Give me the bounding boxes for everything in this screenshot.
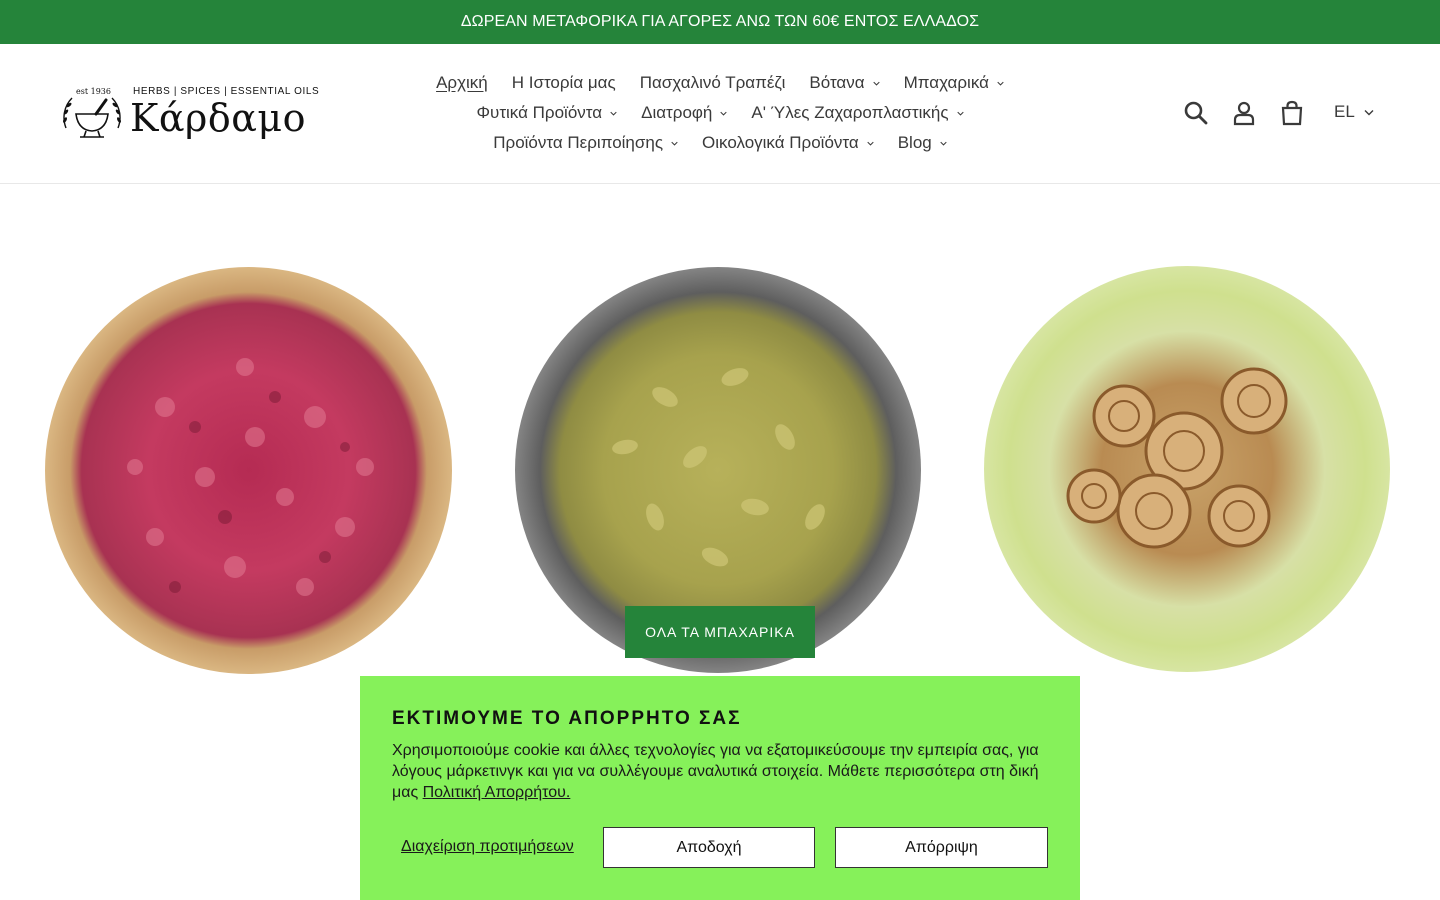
chevron-down-icon — [940, 141, 947, 146]
account-icon[interactable] — [1231, 100, 1257, 126]
site-header: est 1936 HERBS | SPICES | ESSENTIAL OILS… — [0, 44, 1440, 184]
nav-home[interactable]: Αρχική — [436, 73, 488, 93]
nav-care-products[interactable]: Προϊόντα Περιποίησης — [493, 133, 678, 153]
nav-row-2: Φυτικά Προϊόντα Διατροφή Α' Ύλες Ζαχαροπ… — [400, 98, 1040, 128]
manage-preferences-link[interactable]: Διαχείριση προτιμήσεων — [401, 838, 574, 856]
chevron-down-icon — [671, 141, 678, 146]
reject-label: Απόρριψη — [905, 838, 978, 856]
cookie-title: ΕΚΤΙΜΟΥΜΕ ΤΟ ΑΠΟΡΡΗΤΟ ΣΑΣ — [392, 708, 742, 729]
nav-herbs[interactable]: Βότανα — [809, 73, 880, 93]
language-value: EL — [1334, 102, 1355, 121]
logo-name: Κάρδαμο — [130, 96, 307, 140]
rose-buds-texture — [127, 358, 374, 596]
rose-buds-image[interactable] — [45, 267, 452, 674]
nav-row-1: Αρχική Η Ιστορία μας Πασχαλινό Τραπέζι Β… — [400, 68, 1040, 98]
mortar-logo-icon: est 1936 — [63, 87, 121, 138]
announcement-bar: ΔΩΡΕΑΝ ΜΕΤΑΦΟΡΙΚΑ ΓΙΑ ΑΓΟΡΕΣ ΑΝΩ ΤΩΝ 60€… — [0, 0, 1440, 44]
language-selector[interactable]: EL — [1334, 102, 1374, 122]
logo-est-text: est 1936 — [76, 87, 111, 96]
cart-icon[interactable] — [1279, 100, 1305, 126]
announcement-text: ΔΩΡΕΑΝ ΜΕΤΑΦΟΡΙΚΑ ΓΙΑ ΑΓΟΡΕΣ ΑΝΩ ΤΩΝ 60€… — [460, 13, 980, 30]
nav-nutrition[interactable]: Διατροφή — [641, 103, 728, 123]
chevron-down-icon — [872, 81, 880, 86]
cookie-banner: ΕΚΤΙΜΟΥΜΕ ΤΟ ΑΠΟΡΡΗΤΟ ΣΑΣ Χρησιμοποιούμε… — [360, 676, 1080, 900]
accept-button[interactable]: Αποδοχή — [603, 827, 815, 868]
reject-button[interactable]: Απόρριψη — [835, 827, 1048, 868]
nav-blog[interactable]: Blog — [898, 133, 947, 153]
nav-eco-products[interactable]: Οικολογικά Προϊόντα — [702, 133, 874, 153]
main-nav: Αρχική Η Ιστορία μας Πασχαλινό Τραπέζι Β… — [400, 68, 1040, 158]
chevron-down-icon — [1364, 109, 1374, 115]
header-icons — [1183, 100, 1305, 126]
search-icon[interactable] — [1183, 100, 1209, 126]
nav-spices[interactable]: Μπαχαρικά — [904, 73, 1004, 93]
all-spices-label: ΟΛΑ ΤΑ ΜΠΑΧΑΡΙΚΑ — [645, 624, 795, 640]
privacy-policy-link[interactable]: Πολιτική Απορρήτου. — [423, 784, 571, 801]
site-logo[interactable]: est 1936 HERBS | SPICES | ESSENTIAL OILS… — [56, 80, 319, 148]
cinnamon-image[interactable] — [984, 266, 1390, 672]
cookie-text: Χρησιμοποιούμε cookie και άλλες τεχνολογ… — [392, 740, 1048, 803]
chevron-down-icon — [610, 111, 617, 116]
nav-easter-table[interactable]: Πασχαλινό Τραπέζι — [640, 73, 786, 93]
cinnamon-texture — [1066, 367, 1288, 549]
chevron-down-icon — [867, 141, 874, 146]
accept-label: Αποδοχή — [676, 838, 742, 856]
all-spices-button[interactable]: ΟΛΑ ΤΑ ΜΠΑΧΑΡΙΚΑ — [625, 606, 815, 658]
chevron-down-icon — [997, 81, 1004, 86]
nav-our-story[interactable]: Η Ιστορία μας — [512, 73, 616, 93]
nav-row-3: Προϊόντα Περιποίησης Οικολογικά Προϊόντα… — [400, 128, 1040, 158]
cookie-actions: Διαχείριση προτιμήσεων Αποδοχή Απόρριψη — [392, 827, 1048, 868]
chevron-down-icon — [720, 111, 728, 116]
nav-baking-supplies[interactable]: Α' Ύλες Ζαχαροπλαστικής — [751, 103, 964, 123]
nav-herbal-products[interactable]: Φυτικά Προϊόντα — [476, 103, 617, 123]
chevron-down-icon — [956, 111, 964, 116]
